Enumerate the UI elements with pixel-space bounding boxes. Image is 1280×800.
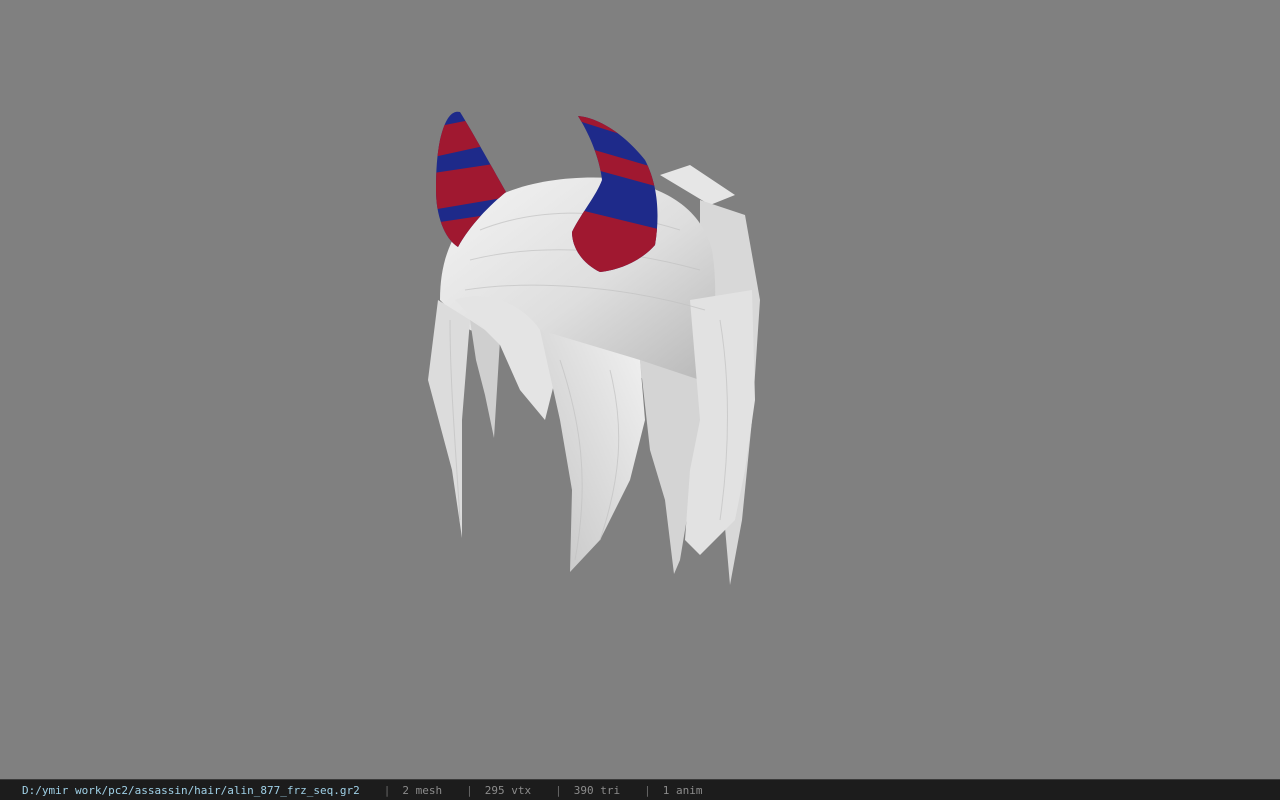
status-separator: |	[644, 783, 651, 797]
status-separator: |	[466, 783, 473, 797]
animation-count: 1 anim	[662, 783, 703, 797]
hair-model-render[interactable]	[0, 0, 1280, 779]
status-separator: |	[555, 783, 562, 797]
3d-viewport[interactable]	[0, 0, 1280, 779]
mesh-count: 2 mesh	[402, 783, 443, 797]
status-separator: |	[383, 783, 391, 797]
file-path: D:/ymir work/pc2/assassin/hair/alin_877_…	[22, 783, 360, 797]
status-bar: D:/ymir work/pc2/assassin/hair/alin_877_…	[0, 779, 1280, 800]
vertex-count: 295 vtx	[484, 783, 532, 797]
triangle-count: 390 tri	[573, 783, 621, 797]
